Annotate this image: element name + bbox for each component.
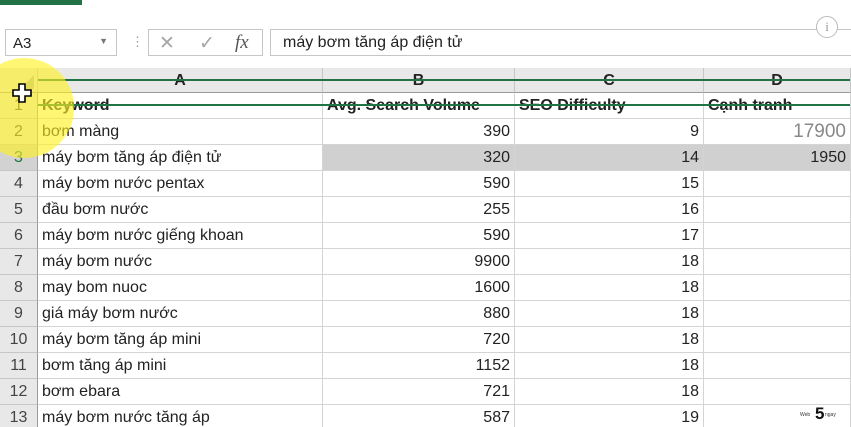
cell-d11[interactable]: [704, 353, 851, 379]
select-all-corner[interactable]: [0, 68, 38, 93]
cell-b2[interactable]: 390: [323, 119, 515, 145]
row-header[interactable]: 9: [0, 301, 38, 327]
cell-d2[interactable]: 17900: [704, 119, 851, 145]
cell-a10[interactable]: máy bơm tăng áp mini: [38, 327, 323, 353]
cell-a13[interactable]: máy bơm nước tăng áp: [38, 405, 323, 427]
splitter-dots-icon[interactable]: ⋮: [131, 34, 145, 50]
watermark-right-text: ngay: [825, 412, 836, 418]
formula-content: máy bơm tăng áp điện tử: [283, 34, 463, 51]
ribbon-strip: [0, 0, 851, 28]
name-box-value: A3: [13, 35, 32, 52]
cell-a3-selected[interactable]: máy bơm tăng áp điện tử: [38, 145, 323, 171]
cell-d3[interactable]: 1950: [704, 145, 851, 171]
cell-c10[interactable]: 18: [515, 327, 704, 353]
cell-d8[interactable]: [704, 275, 851, 301]
chevron-down-icon[interactable]: ▼: [99, 36, 108, 46]
formula-buttons: ✕ ✓ fx: [148, 29, 263, 56]
cell-b1[interactable]: Avg. Search Volume: [323, 93, 515, 119]
column-header-a[interactable]: A: [38, 68, 323, 93]
watermark-logo: Web 5 ngay: [800, 404, 836, 422]
cell-b6[interactable]: 590: [323, 223, 515, 249]
cell-c2[interactable]: 9: [515, 119, 704, 145]
cell-a6[interactable]: máy bơm nước giếng khoan: [38, 223, 323, 249]
row-header[interactable]: 1: [0, 93, 38, 119]
cell-a11[interactable]: bơm tăng áp mini: [38, 353, 323, 379]
cell-c1[interactable]: SEO Difficulty: [515, 93, 704, 119]
row-header[interactable]: 12: [0, 379, 38, 405]
row-header[interactable]: 11: [0, 353, 38, 379]
cell-b10[interactable]: 720: [323, 327, 515, 353]
cell-a1[interactable]: Keyword: [38, 93, 323, 119]
info-icon[interactable]: i: [816, 16, 838, 38]
cell-b4[interactable]: 590: [323, 171, 515, 197]
cell-b13[interactable]: 587: [323, 405, 515, 427]
cell-d7[interactable]: [704, 249, 851, 275]
cell-a2[interactable]: bơm màng: [38, 119, 323, 145]
cell-a5[interactable]: đầu bơm nước: [38, 197, 323, 223]
cell-b9[interactable]: 880: [323, 301, 515, 327]
cell-c3[interactable]: 14: [515, 145, 704, 171]
formula-input[interactable]: máy bơm tăng áp điện tử: [270, 29, 851, 56]
cell-c5[interactable]: 16: [515, 197, 704, 223]
row-header[interactable]: 6: [0, 223, 38, 249]
row-header[interactable]: 7: [0, 249, 38, 275]
row-header[interactable]: 4: [0, 171, 38, 197]
row-header-selected[interactable]: 3: [0, 145, 38, 171]
cell-d4[interactable]: [704, 171, 851, 197]
row-header[interactable]: 8: [0, 275, 38, 301]
close-icon[interactable]: ✕: [159, 32, 175, 55]
watermark-left-text: Web: [800, 412, 810, 418]
cell-a12[interactable]: bơm ebara: [38, 379, 323, 405]
check-icon[interactable]: ✓: [199, 32, 215, 55]
cell-a4[interactable]: máy bơm nước pentax: [38, 171, 323, 197]
cell-b7[interactable]: 9900: [323, 249, 515, 275]
cell-a8[interactable]: may bom nuoc: [38, 275, 323, 301]
cell-c6[interactable]: 17: [515, 223, 704, 249]
cell-c4[interactable]: 15: [515, 171, 704, 197]
name-box[interactable]: A3 ▼: [5, 29, 117, 56]
cell-d5[interactable]: [704, 197, 851, 223]
cell-b11[interactable]: 1152: [323, 353, 515, 379]
insert-function-icon[interactable]: fx: [235, 32, 249, 54]
cell-d1[interactable]: Cạnh tranh: [704, 93, 851, 119]
cell-b3[interactable]: 320: [323, 145, 515, 171]
formula-row: A3 ▼ ⋮ ✕ ✓ fx máy bơm tăng áp điện tử i: [0, 16, 851, 64]
row-header[interactable]: 10: [0, 327, 38, 353]
watermark-number: 5: [815, 404, 824, 422]
cell-d9[interactable]: [704, 301, 851, 327]
cell-a7[interactable]: máy bơm nước: [38, 249, 323, 275]
cell-b12[interactable]: 721: [323, 379, 515, 405]
cell-b5[interactable]: 255: [323, 197, 515, 223]
row-header[interactable]: 5: [0, 197, 38, 223]
cell-c7[interactable]: 18: [515, 249, 704, 275]
cell-c8[interactable]: 18: [515, 275, 704, 301]
row-header[interactable]: 13: [0, 405, 38, 427]
cell-c12[interactable]: 18: [515, 379, 704, 405]
cell-b8[interactable]: 1600: [323, 275, 515, 301]
active-tab-indicator: [0, 0, 82, 5]
row-header[interactable]: 2: [0, 119, 38, 145]
cell-c13[interactable]: 19: [515, 405, 704, 427]
cell-d10[interactable]: [704, 327, 851, 353]
column-header-c[interactable]: C: [515, 68, 704, 93]
cell-c11[interactable]: 18: [515, 353, 704, 379]
cell-d6[interactable]: [704, 223, 851, 249]
column-header-d[interactable]: D: [704, 68, 851, 93]
cell-c9[interactable]: 18: [515, 301, 704, 327]
cell-a9[interactable]: giá máy bơm nước: [38, 301, 323, 327]
cell-d12[interactable]: [704, 379, 851, 405]
column-header-b[interactable]: B: [323, 68, 515, 93]
